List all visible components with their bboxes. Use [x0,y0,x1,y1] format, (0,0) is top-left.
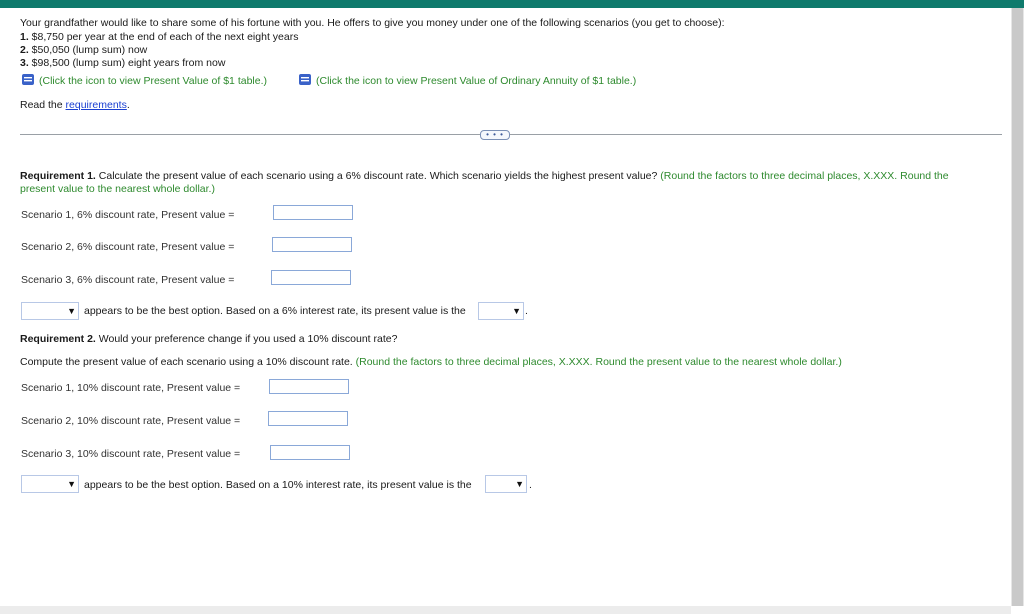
chevron-down-icon[interactable]: ▼ [512,306,521,316]
req1-scenario-3-label: Scenario 3, 6% discount rate, Present va… [21,274,235,286]
req2-pv-rank-dropdown[interactable]: ▼ [485,475,527,493]
pv-table-link[interactable]: (Click the icon to view Present Value of… [21,73,267,87]
req1-pv-rank-dropdown[interactable]: ▼ [478,302,524,320]
section-divider [20,134,1002,135]
req2-best-text: appears to be the best option. Based on … [84,479,472,491]
vertical-scrollbar-thumb[interactable] [1012,8,1023,606]
scenario-2: 2. $50,050 (lump sum) now [20,44,148,56]
chevron-down-icon[interactable]: ▼ [67,306,76,316]
req2-best-option-dropdown[interactable]: ▼ [21,475,79,493]
req2-scenario-1-input[interactable] [269,379,349,394]
req1-scenario-1-label: Scenario 1, 6% discount rate, Present va… [21,209,235,221]
horizontal-scrollbar[interactable] [0,606,1011,614]
req2-scenario-1-label: Scenario 1, 10% discount rate, Present v… [21,382,241,394]
req2-heading: Requirement 2. Would your preference cha… [20,333,398,345]
req1-scenario-2-input[interactable] [272,237,352,252]
req1-best-option-dropdown[interactable]: ▼ [21,302,79,320]
document-icon[interactable] [298,73,313,86]
requirements-link[interactable]: requirements [66,99,127,111]
annuity-table-link[interactable]: (Click the icon to view Present Value of… [298,73,636,87]
document-icon[interactable] [21,73,36,86]
expand-more-button[interactable]: • • • [480,130,510,140]
req2-instructions: Compute the present value of each scenar… [20,356,842,368]
problem-intro: Your grandfather would like to share som… [20,17,725,29]
chevron-down-icon[interactable]: ▼ [67,479,76,489]
top-bar [0,0,1024,8]
scenario-1: 1. $8,750 per year at the end of each of… [20,31,299,43]
req1-best-text: appears to be the best option. Based on … [84,305,466,317]
read-requirements: Read the requirements. [20,99,130,111]
req1-scenario-3-input[interactable] [271,270,351,285]
req1-scenario-2-label: Scenario 2, 6% discount rate, Present va… [21,241,235,253]
req1-heading: Requirement 1. Calculate the present val… [20,170,949,182]
chevron-down-icon[interactable]: ▼ [515,479,524,489]
req2-scenario-3-label: Scenario 3, 10% discount rate, Present v… [21,448,241,460]
req2-scenario-3-input[interactable] [270,445,350,460]
scenario-3: 3. $98,500 (lump sum) eight years from n… [20,57,226,69]
req1-scenario-1-input[interactable] [273,205,353,220]
req2-scenario-2-label: Scenario 2, 10% discount rate, Present v… [21,415,241,427]
req1-hint: present value to the nearest whole dolla… [20,183,215,195]
req2-scenario-2-input[interactable] [268,411,348,426]
